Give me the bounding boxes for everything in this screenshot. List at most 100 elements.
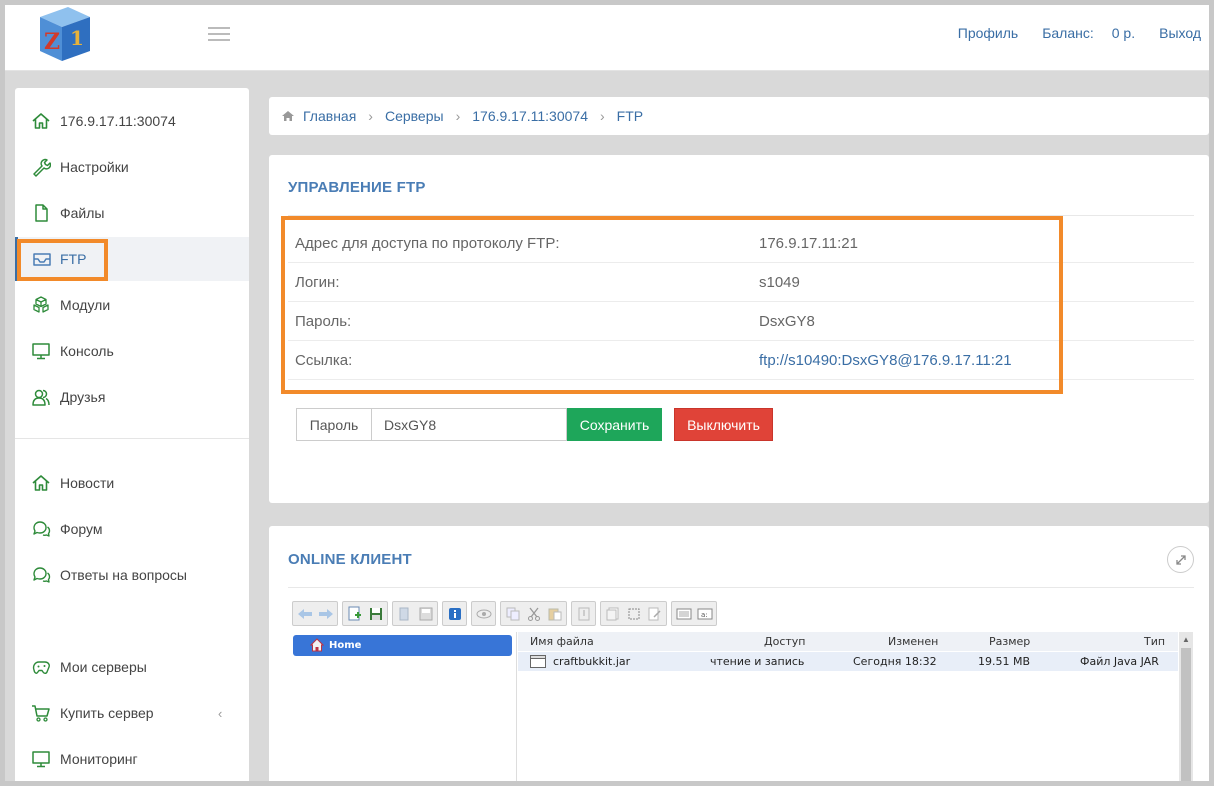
sidebar-item-label: Мониторинг <box>60 751 138 767</box>
svg-text:1: 1 <box>70 26 84 50</box>
sidebar-item-label: Новости <box>60 475 115 491</box>
top-bar: Z 1 Профиль Баланс: 0 р. Выход <box>5 5 1209 71</box>
column-header[interactable]: Имя файла <box>530 635 594 648</box>
file-size: 19.51 MB <box>978 655 1031 668</box>
file-list-scrollbar[interactable]: ▲ <box>1179 632 1193 786</box>
sidebar-item-console[interactable]: Консоль <box>15 329 249 373</box>
sidebar-item-label: FTP <box>60 251 87 267</box>
expand-icon[interactable] <box>1167 546 1194 573</box>
ftp-info-value: s1049 <box>759 273 800 291</box>
sidebar-item-friends[interactable]: Друзья <box>15 375 249 419</box>
sidebar-item-news[interactable]: Новости <box>15 461 249 505</box>
wrench-icon <box>33 158 51 177</box>
toolbar-group-display: a: <box>671 601 717 626</box>
file-manager-toolbar: a: <box>292 601 717 626</box>
disk-icon[interactable] <box>415 603 436 624</box>
disable-button[interactable]: Выключить <box>674 408 773 441</box>
sidebar-item-monitoring[interactable]: Мониторинг <box>15 737 249 781</box>
profile-link[interactable]: Профиль <box>958 25 1018 41</box>
sidebar-item-my-servers[interactable]: Мои серверы <box>15 645 249 689</box>
balance-value: 0 р. <box>1111 25 1136 41</box>
ftp-info-value: DsxGY8 <box>759 312 815 330</box>
toolbar-group-select <box>600 601 667 626</box>
balance-label: Баланс: <box>1042 25 1094 41</box>
copy-icon[interactable] <box>502 603 523 624</box>
breadcrumb-servers[interactable]: Серверы <box>385 108 444 124</box>
scroll-thumb[interactable] <box>1181 648 1191 786</box>
logo[interactable]: Z 1 <box>32 5 94 63</box>
save-button[interactable]: Сохранить <box>567 408 662 441</box>
breadcrumb-server[interactable]: 176.9.17.11:30074 <box>472 108 588 124</box>
balance[interactable]: Баланс: 0 р. <box>1042 25 1135 41</box>
new-file-icon[interactable] <box>344 603 365 624</box>
sidebar-item-label: Мои серверы <box>60 659 147 675</box>
sidebar-item-files[interactable]: Файлы <box>15 191 249 235</box>
home-folder-icon <box>310 638 324 652</box>
scroll-up-icon[interactable]: ▲ <box>1179 632 1193 646</box>
ftp-info-key: Адрес для доступа по протоколу FTP: <box>295 234 560 252</box>
info-icon[interactable] <box>444 603 465 624</box>
ftp-link[interactable]: ftp://s10490:DsxGY8@176.9.17.11:21 <box>759 352 1012 369</box>
chevron-right-icon: › <box>368 108 373 124</box>
file-access: чтение и запись <box>710 655 805 668</box>
online-client-title: ONLINE КЛИЕНТ <box>288 551 412 568</box>
sidebar-item-buy-server[interactable]: Купить сервер ‹ <box>15 691 249 735</box>
sidebar-item-label: Друзья <box>60 389 106 405</box>
open-icon[interactable] <box>394 603 415 624</box>
inbox-icon <box>33 253 51 266</box>
tree-item-home[interactable]: Home <box>293 635 512 656</box>
sidebar-item-label: 176.9.17.11:30074 <box>60 113 176 129</box>
file-icon <box>35 204 48 222</box>
breadcrumb: Главная › Серверы › 176.9.17.11:30074 › … <box>269 97 1209 135</box>
back-icon[interactable] <box>294 603 315 624</box>
toolbar-group-archive <box>571 601 596 626</box>
breadcrumb-home[interactable]: Главная <box>303 108 356 124</box>
toolbar-group-view <box>471 601 496 626</box>
sidebar-item-server[interactable]: 176.9.17.11:30074 <box>15 99 249 143</box>
duplicate-icon[interactable] <box>602 603 623 624</box>
column-header[interactable]: Доступ <box>764 635 805 648</box>
archive-icon[interactable] <box>573 603 594 624</box>
column-header[interactable]: Тип <box>1144 635 1165 648</box>
column-header[interactable]: Размер <box>989 635 1030 648</box>
gamepad-icon <box>32 661 50 675</box>
file-row[interactable]: craftbukkit.jar чтение и запись Сегодня … <box>518 652 1178 671</box>
sidebar-item-forum[interactable]: Форум <box>15 507 249 551</box>
password-input[interactable] <box>371 408 567 441</box>
select-icon[interactable] <box>623 603 644 624</box>
sidebar-item-ftp[interactable]: FTP <box>15 237 249 281</box>
list-view-icon[interactable]: a: <box>694 603 715 624</box>
cart-icon <box>32 705 50 722</box>
users-icon <box>32 389 50 406</box>
toolbar-group-edit <box>500 601 567 626</box>
file-list-header: Имя файла Доступ Изменен Размер Тип <box>518 632 1178 651</box>
chevron-left-icon[interactable]: ‹ <box>218 706 222 721</box>
svg-text:Z: Z <box>44 29 60 55</box>
ftp-info-key: Пароль: <box>295 312 352 330</box>
divider <box>288 587 1194 588</box>
sidebar-item-modules[interactable]: Модули <box>15 283 249 327</box>
logout-link[interactable]: Выход <box>1159 25 1201 41</box>
monitor-icon <box>32 751 50 768</box>
column-header[interactable]: Изменен <box>888 635 938 648</box>
sidebar: 176.9.17.11:30074 Настройки Файлы FTP Мо… <box>15 88 249 786</box>
icons-view-icon[interactable] <box>673 603 694 624</box>
cut-icon[interactable] <box>523 603 544 624</box>
paste-icon[interactable] <box>544 603 565 624</box>
ftp-info-row: Пароль: DsxGY8 <box>288 302 1194 341</box>
file-list: Имя файла Доступ Изменен Размер Тип craf… <box>518 632 1178 786</box>
ftp-info-row: Логин: s1049 <box>288 263 1194 302</box>
sidebar-item-label: Консоль <box>60 343 114 359</box>
save-file-icon[interactable] <box>365 603 386 624</box>
menu-toggle-icon[interactable] <box>208 27 230 43</box>
forward-icon[interactable] <box>315 603 336 624</box>
edit-icon[interactable] <box>644 603 665 624</box>
ftp-info-row: Ссылка: ftp://s10490:DsxGY8@176.9.17.11:… <box>288 341 1194 380</box>
cubes-icon <box>33 296 49 313</box>
sidebar-item-faq[interactable]: Ответы на вопросы <box>15 553 249 597</box>
chevron-right-icon: › <box>600 108 605 124</box>
sidebar-item-settings[interactable]: Настройки <box>15 145 249 189</box>
eye-icon[interactable] <box>473 603 494 624</box>
sidebar-divider <box>15 438 249 439</box>
breadcrumb-ftp[interactable]: FTP <box>617 108 643 124</box>
